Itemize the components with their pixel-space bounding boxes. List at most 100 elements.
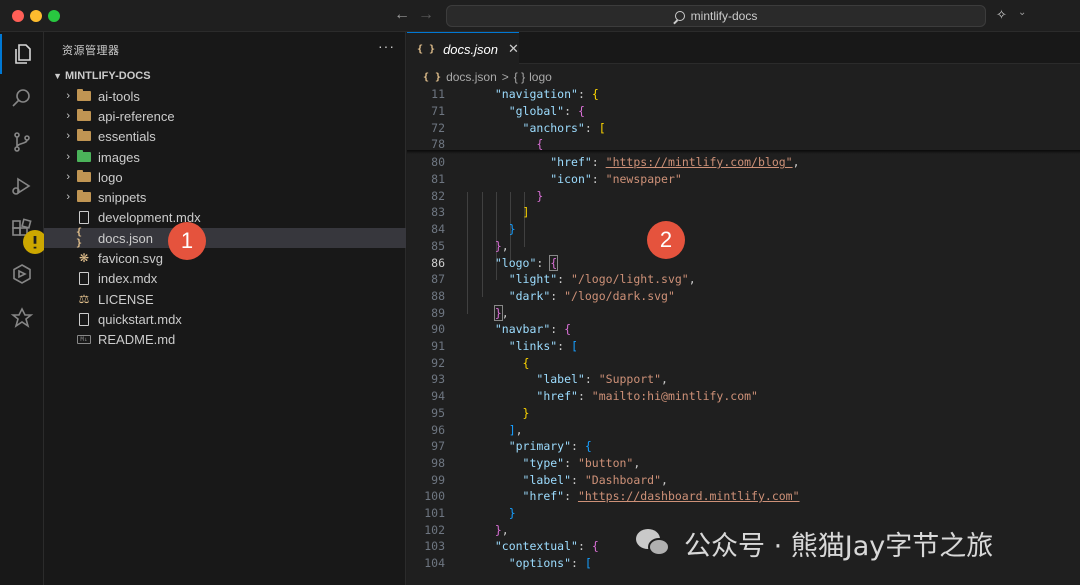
tree-folder-ai-tools[interactable]: › ai-tools xyxy=(44,86,406,106)
code-line: 11 "navigation": { xyxy=(431,87,599,102)
search-icon xyxy=(674,11,685,21)
more-actions-button[interactable]: ··· xyxy=(378,38,395,54)
command-center-search[interactable]: mintlify-docs xyxy=(446,5,986,27)
close-window-button[interactable] xyxy=(12,10,24,22)
folder-icon xyxy=(76,89,92,103)
code-line-current: 86 "logo": { xyxy=(431,254,559,271)
copilot-icon[interactable]: ✧ xyxy=(996,7,1007,23)
source-control-icon[interactable] xyxy=(0,122,44,162)
file-icon xyxy=(76,210,92,224)
chevron-right-icon: › xyxy=(66,151,70,163)
tab-label: docs.json xyxy=(443,41,498,57)
code-line: 85 }, xyxy=(431,238,509,253)
workspace-section-header[interactable]: ▼ MINTLIFY-DOCS xyxy=(44,66,406,86)
json-file-icon: { } xyxy=(423,71,442,83)
annotation-marker-1: 1 xyxy=(168,222,206,260)
tree-item-label: quickstart.mdx xyxy=(98,311,182,327)
tree-folder-images[interactable]: › images xyxy=(44,147,406,167)
code-line: 97 "primary": { xyxy=(431,439,592,454)
code-line: 82 } xyxy=(431,188,544,203)
tree-file-development-mdx[interactable]: development.mdx xyxy=(44,207,406,227)
code-line: 90 "navbar": { xyxy=(431,322,572,337)
remote-explorer-icon[interactable] xyxy=(0,254,44,294)
tree-file-license[interactable]: ⚖ LICENSE xyxy=(44,289,406,309)
svg-file-icon: ❋ xyxy=(78,251,90,265)
tree-item-label: index.mdx xyxy=(98,270,158,286)
code-line: 101 } xyxy=(424,506,516,521)
tree-folder-essentials[interactable]: › essentials xyxy=(44,126,406,146)
folder-icon xyxy=(76,170,92,184)
code-line: 100 "href": "https://dashboard.mintlify.… xyxy=(424,489,800,504)
tree-file-quickstart-mdx[interactable]: quickstart.mdx xyxy=(44,309,406,329)
images-folder-icon xyxy=(76,150,92,164)
tree-folder-snippets[interactable]: › snippets xyxy=(44,187,406,207)
minimize-window-button[interactable] xyxy=(30,10,42,22)
mintlify-icon[interactable] xyxy=(0,298,44,338)
code-line: 92 { xyxy=(431,355,530,370)
tree-file-readme-md[interactable]: M↓ README.md xyxy=(44,329,406,349)
tree-folder-logo[interactable]: › logo xyxy=(44,167,406,187)
explorer-icon[interactable] xyxy=(0,34,44,74)
breadcrumb-symbol-icon: { } xyxy=(513,70,526,84)
chevron-down-icon: ▼ xyxy=(53,71,62,81)
command-center-label: mintlify-docs xyxy=(690,9,758,23)
code-line: 80 "href": "https://mintlify.com/blog", xyxy=(431,155,800,170)
breadcrumb-file[interactable]: docs.json xyxy=(446,70,497,84)
activity-bar xyxy=(0,32,47,585)
workspace-name: MINTLIFY-DOCS xyxy=(65,70,151,82)
editor-area: { } docs.json ✕ { } docs.json > { } logo… xyxy=(407,32,1080,585)
tree-item-label: ai-tools xyxy=(98,88,140,104)
tree-file-docs-json[interactable]: { } docs.json xyxy=(44,227,406,249)
search-icon[interactable] xyxy=(0,78,44,118)
tree-file-index-mdx[interactable]: index.mdx xyxy=(44,268,406,288)
tree-folder-api-reference[interactable]: › api-reference xyxy=(44,106,406,126)
folder-icon xyxy=(76,190,92,204)
breadcrumb: { } docs.json > { } logo xyxy=(423,68,552,86)
license-file-icon: ⚖ xyxy=(78,292,90,306)
code-line: 72 "anchors": [ xyxy=(431,120,606,135)
wechat-logo-icon xyxy=(636,527,674,559)
chevron-right-icon: › xyxy=(66,191,70,203)
close-icon[interactable]: ✕ xyxy=(508,41,519,57)
code-line: 87 "light": "/logo/light.svg", xyxy=(431,272,696,287)
code-line: 95 } xyxy=(431,405,530,420)
code-line: 96 ], xyxy=(431,422,523,437)
tree-item-label: favicon.svg xyxy=(98,250,164,266)
markdown-file-icon: M↓ xyxy=(76,332,92,346)
file-icon xyxy=(76,312,92,326)
file-icon xyxy=(76,271,92,285)
breadcrumb-symbol[interactable]: logo xyxy=(529,70,552,84)
code-line: 93 "label": "Support", xyxy=(431,372,668,387)
chevron-right-icon: › xyxy=(66,110,70,122)
back-arrow-icon[interactable]: ← xyxy=(394,6,410,24)
tree-item-label: logo xyxy=(98,169,123,185)
folder-icon xyxy=(76,129,92,143)
tab-docs-json[interactable]: { } docs.json ✕ xyxy=(407,32,519,65)
tree-file-favicon-svg[interactable]: ❋ favicon.svg xyxy=(44,248,406,268)
tree-item-label: LICENSE xyxy=(98,291,154,307)
tab-bar: { } docs.json ✕ xyxy=(407,32,1080,65)
horizontal-scrollbar[interactable] xyxy=(407,572,1080,585)
explorer-sidebar: 资源管理器 ··· ▼ MINTLIFY-DOCS › ai-tools › a… xyxy=(44,32,406,585)
code-line: 98 "type": "button", xyxy=(431,455,641,470)
code-line: 88 "dark": "/logo/dark.svg" xyxy=(431,288,675,303)
tree-item-label: essentials xyxy=(98,128,156,144)
code-line: 99 "label": "Dashboard", xyxy=(431,472,668,487)
forward-arrow-icon[interactable]: → xyxy=(418,6,434,24)
tree-item-label: images xyxy=(98,149,140,165)
chevron-down-icon[interactable]: ⌄ xyxy=(1018,7,1026,18)
chevron-right-icon: › xyxy=(66,90,70,102)
extensions-icon[interactable] xyxy=(0,210,47,254)
run-debug-icon[interactable] xyxy=(0,166,44,206)
code-line: 91 "links": [ xyxy=(431,339,578,354)
explorer-title: 资源管理器 xyxy=(62,45,120,57)
code-line: 89 }, xyxy=(431,304,509,321)
title-bar: ← → mintlify-docs ✧ ⌄ xyxy=(0,0,1080,32)
code-line: 94 "href": "mailto:hi@mintlify.com" xyxy=(431,389,758,404)
code-line: 81 "icon": "newspaper" xyxy=(431,172,682,187)
folder-icon xyxy=(76,109,92,123)
tree-item-label: README.md xyxy=(98,331,176,347)
tree-item-label: snippets xyxy=(98,189,147,205)
maximize-window-button[interactable] xyxy=(48,10,60,22)
watermark: 公众号 · 熊猫Jay字节之旅 xyxy=(636,523,993,563)
